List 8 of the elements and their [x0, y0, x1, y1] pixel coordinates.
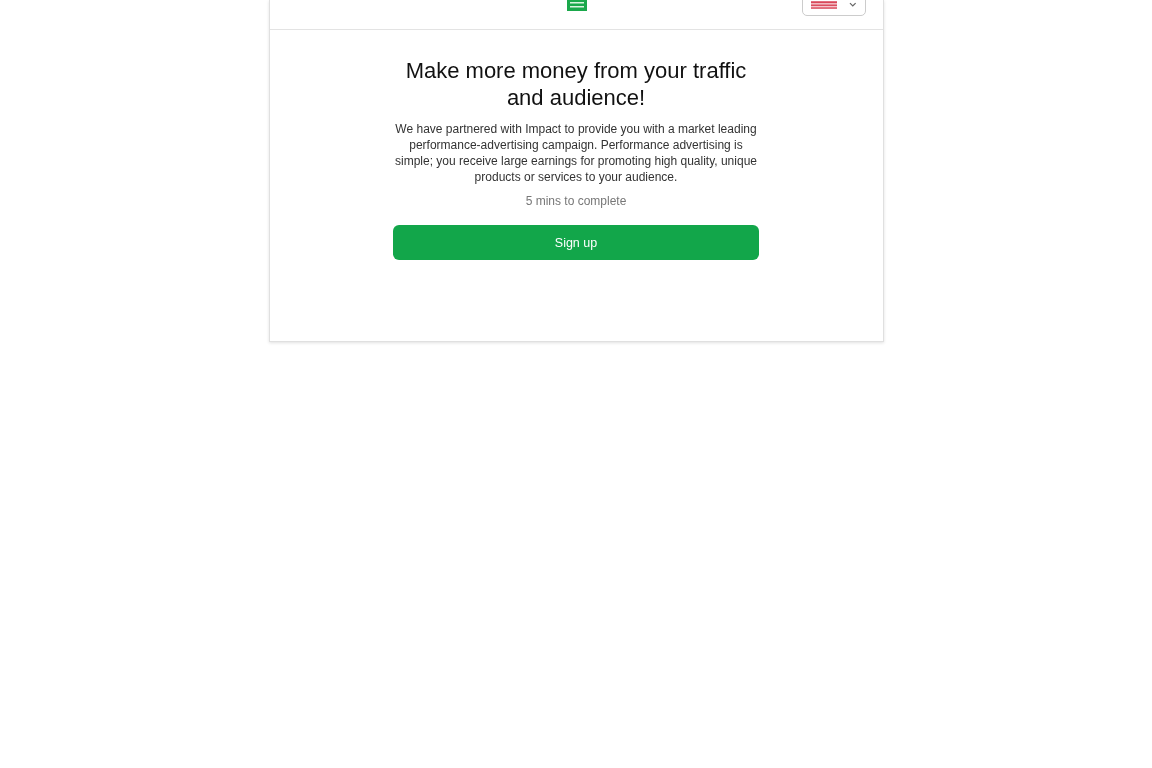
description: We have partnered with Impact to provide you with a market leading performance-advertising campaign. Performance advertising is simple; you receive large earnings for promoting high quality, unique products or services to your audience. [394, 121, 758, 185]
headline: Make more money from your traffic and audience! [404, 57, 748, 111]
sign-up-button[interactable]: Sign up [393, 225, 759, 260]
duration-text: 5 mins to complete [525, 194, 627, 208]
chevron-icon [848, 2, 857, 8]
logo-icon [566, 0, 587, 11]
language-dropdown[interactable] [801, 0, 866, 16]
flag-icon [810, 1, 837, 9]
